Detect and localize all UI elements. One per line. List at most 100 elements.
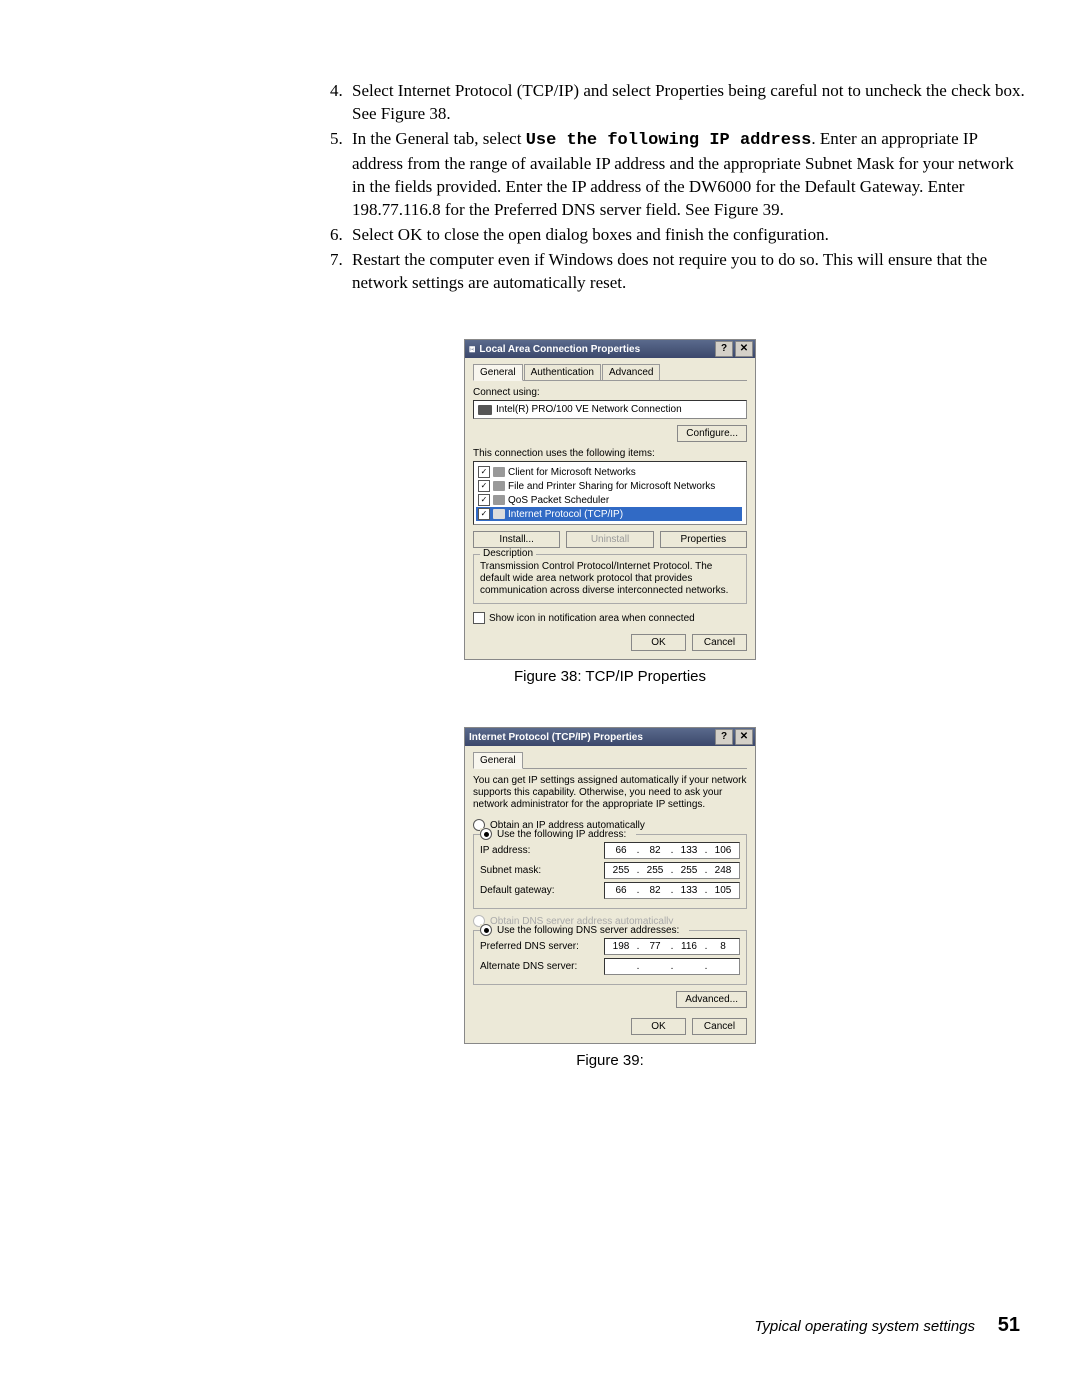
tab-general[interactable]: General: [473, 364, 523, 381]
default-gateway-field[interactable]: 66. 82. 133. 105: [604, 882, 740, 899]
dot: .: [703, 961, 709, 972]
tcpip-properties-dialog: Internet Protocol (TCP/IP) Properties ? …: [464, 727, 756, 1044]
preferred-dns-field[interactable]: 198. 77. 116. 8: [604, 938, 740, 955]
ip-octet: 82: [641, 845, 669, 856]
page-number: 51: [998, 1314, 1020, 1336]
radio-label: Use the following IP address:: [497, 829, 626, 840]
ip-octet: 198: [607, 941, 635, 952]
advanced-button[interactable]: Advanced...: [676, 991, 747, 1008]
subnet-mask-field[interactable]: 255. 255. 255. 248: [604, 862, 740, 879]
subnet-mask-label: Subnet mask:: [480, 865, 541, 876]
items-label: This connection uses the following items…: [473, 448, 747, 459]
tab-general[interactable]: General: [473, 752, 523, 769]
radio-use-ip[interactable]: Use the following IP address:: [480, 828, 636, 840]
items-listbox[interactable]: ✓ Client for Microsoft Networks ✓ File a…: [473, 461, 747, 525]
step-5-mono: Use the following IP address: [526, 131, 812, 150]
ip-octet: 255: [607, 865, 635, 876]
component-icon: [493, 481, 505, 491]
tcpip-info-text: You can get IP settings assigned automat…: [473, 775, 747, 811]
dot: .: [669, 961, 675, 972]
ok-button[interactable]: OK: [631, 1018, 686, 1035]
component-icon: [493, 509, 505, 519]
description-group: Description Transmission Control Protoco…: [473, 554, 747, 604]
description-legend: Description: [480, 548, 536, 559]
dot: .: [635, 961, 641, 972]
checkbox-icon[interactable]: ✓: [478, 508, 490, 520]
cancel-button[interactable]: Cancel: [692, 1018, 747, 1035]
uninstall-button[interactable]: Uninstall: [566, 531, 653, 548]
component-icon: [493, 467, 505, 477]
list-item[interactable]: ✓ QoS Packet Scheduler: [478, 493, 742, 507]
connect-using-label: Connect using:: [473, 387, 747, 398]
ip-octet: 82: [641, 885, 669, 896]
dialog-titlebar: Internet Protocol (TCP/IP) Properties ? …: [465, 728, 755, 746]
close-button[interactable]: ✕: [735, 729, 753, 745]
ip-octet: 77: [641, 941, 669, 952]
step-number: 6.: [330, 224, 352, 247]
step-7-text: Restart the computer even if Windows doe…: [352, 249, 1030, 295]
configure-button[interactable]: Configure...: [677, 425, 747, 442]
radio-use-dns[interactable]: Use the following DNS server addresses:: [480, 924, 689, 936]
ip-address-field[interactable]: 66. 82. 133. 106: [604, 842, 740, 859]
tab-advanced[interactable]: Advanced: [602, 364, 660, 380]
ip-address-label: IP address:: [480, 845, 530, 856]
ip-address-group: Use the following IP address: IP address…: [473, 834, 747, 909]
lan-icon: ⧈: [469, 344, 475, 355]
list-item-selected[interactable]: ✓ Internet Protocol (TCP/IP): [476, 507, 742, 521]
ip-octet: 105: [709, 885, 737, 896]
ip-octet: 8: [709, 941, 737, 952]
properties-button[interactable]: Properties: [660, 531, 747, 548]
ip-octet: 255: [675, 865, 703, 876]
radio-label: Use the following DNS server addresses:: [497, 925, 679, 936]
page-footer: Typical operating system settings 51: [754, 1314, 1020, 1337]
ip-octet: 66: [607, 845, 635, 856]
figure-38-caption: Figure 38: TCP/IP Properties: [430, 668, 790, 685]
default-gateway-label: Default gateway:: [480, 885, 555, 896]
dns-group: Use the following DNS server addresses: …: [473, 930, 747, 985]
radio-icon: [480, 828, 492, 840]
cancel-button[interactable]: Cancel: [692, 634, 747, 651]
checkbox-icon[interactable]: ✓: [478, 480, 490, 492]
ip-octet: 133: [675, 845, 703, 856]
step-number: 4.: [330, 80, 352, 126]
step-number: 7.: [330, 249, 352, 295]
show-icon-checkbox[interactable]: [473, 612, 485, 624]
item-label: File and Printer Sharing for Microsoft N…: [508, 481, 715, 492]
radio-icon: [480, 924, 492, 936]
item-label: Client for Microsoft Networks: [508, 467, 636, 478]
ok-button[interactable]: OK: [631, 634, 686, 651]
alternate-dns-field[interactable]: . . .: [604, 958, 740, 975]
ip-octet: 106: [709, 845, 737, 856]
close-button[interactable]: ✕: [735, 341, 753, 357]
nic-name: Intel(R) PRO/100 VE Network Connection: [496, 404, 682, 415]
dialog-title: Internet Protocol (TCP/IP) Properties: [469, 732, 643, 743]
list-item[interactable]: ✓ File and Printer Sharing for Microsoft…: [478, 479, 742, 493]
tab-authentication[interactable]: Authentication: [524, 364, 601, 380]
checkbox-icon[interactable]: ✓: [478, 494, 490, 506]
list-item[interactable]: ✓ Client for Microsoft Networks: [478, 465, 742, 479]
figure-39-caption: Figure 39:: [430, 1052, 790, 1069]
footer-section-title: Typical operating system settings: [754, 1318, 975, 1335]
component-icon: [493, 495, 505, 505]
dialog-titlebar: ⧈ Local Area Connection Properties ? ✕: [465, 340, 755, 358]
ip-octet: 133: [675, 885, 703, 896]
step-number: 5.: [330, 128, 352, 222]
item-label: QoS Packet Scheduler: [508, 495, 609, 506]
step-5-text: In the General tab, select Use the follo…: [352, 128, 1030, 222]
dialog-title: Local Area Connection Properties: [479, 344, 640, 355]
show-icon-label: Show icon in notification area when conn…: [489, 613, 695, 624]
ip-octet: 116: [675, 941, 703, 952]
nic-icon: [478, 405, 492, 415]
item-label: Internet Protocol (TCP/IP): [508, 509, 623, 520]
ip-octet: 248: [709, 865, 737, 876]
lan-properties-dialog: ⧈ Local Area Connection Properties ? ✕ G…: [464, 339, 756, 660]
checkbox-icon[interactable]: ✓: [478, 466, 490, 478]
description-text: Transmission Control Protocol/Internet P…: [480, 561, 740, 597]
help-button[interactable]: ?: [715, 729, 733, 745]
preferred-dns-label: Preferred DNS server:: [480, 941, 579, 952]
step-5-pre: In the General tab, select: [352, 129, 526, 148]
help-button[interactable]: ?: [715, 341, 733, 357]
step-6-text: Select OK to close the open dialog boxes…: [352, 224, 1030, 247]
install-button[interactable]: Install...: [473, 531, 560, 548]
nic-field: Intel(R) PRO/100 VE Network Connection: [473, 400, 747, 419]
